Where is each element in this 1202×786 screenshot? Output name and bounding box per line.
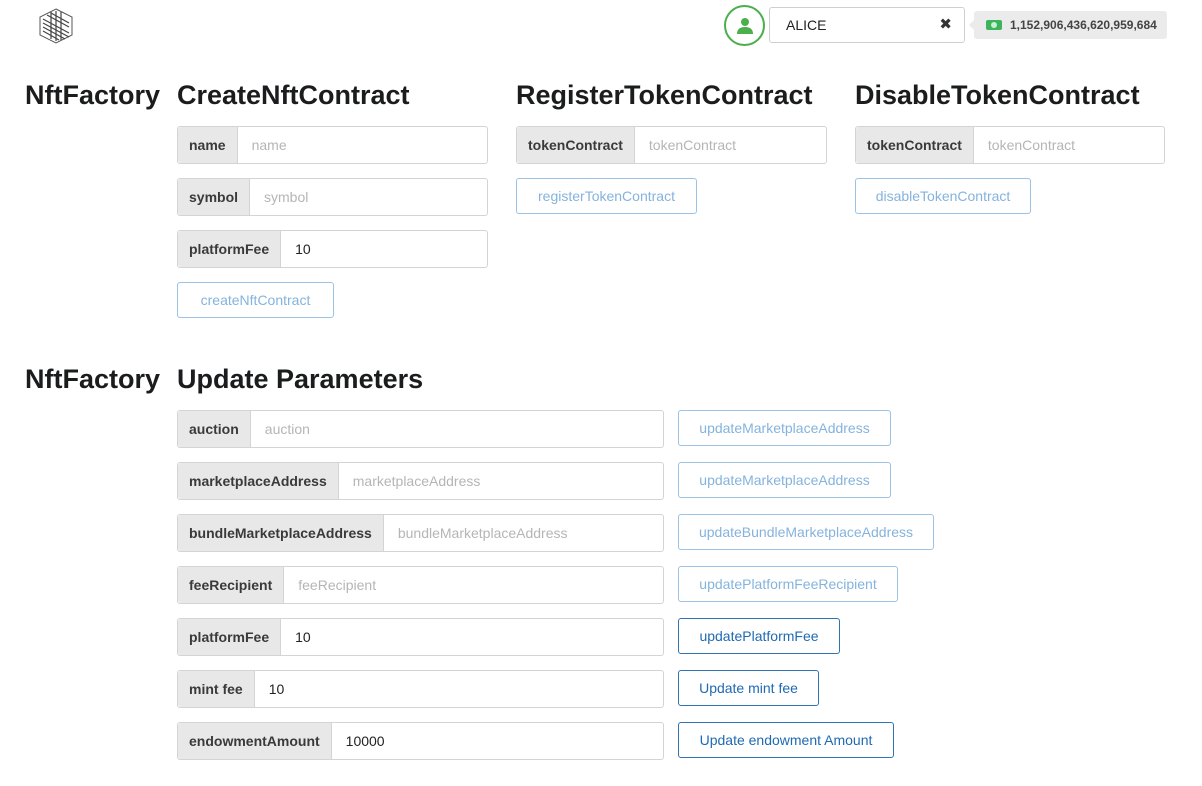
bundle-marketplace-address-field: bundleMarketplaceAddress [177,514,664,552]
name-label: name [178,127,238,163]
disable-token-contract-button[interactable]: disableTokenContract [855,178,1031,214]
platform-fee-field: platformFee [177,230,488,268]
user-avatar-icon[interactable] [724,5,765,46]
name-field: name [177,126,488,164]
bundle-marketplace-address-label: bundleMarketplaceAddress [178,515,384,551]
bundle-marketplace-address-input[interactable] [383,515,663,551]
update-endowment-amount-button[interactable]: Update endowment Amount [678,722,894,758]
fee-recipient-label: feeRecipient [178,567,285,603]
disable-token-contract-field: tokenContract [855,126,1165,164]
balance-badge: 1,152,906,436,620,959,684 [969,11,1167,39]
marketplace-address-field: marketplaceAddress [177,462,664,500]
module-title-2: NftFactory [25,364,161,394]
disable-token-contract-input[interactable] [973,127,1164,163]
name-input[interactable] [237,127,487,163]
update-platform-fee-input[interactable] [281,619,663,655]
endowment-amount-input[interactable] [331,723,663,759]
auction-label: auction [178,411,251,447]
update-bundle-marketplace-address-button[interactable]: updateBundleMarketplaceAddress [678,514,934,550]
disable-token-contract-label: tokenContract [856,127,974,163]
update-mint-fee-button[interactable]: Update mint fee [678,670,819,706]
symbol-field: symbol [177,178,488,216]
register-token-contract-title: RegisterTokenContract [516,80,813,110]
platform-fee-label: platformFee [178,231,282,267]
register-token-contract-button[interactable]: registerTokenContract [516,178,697,214]
fee-recipient-input[interactable] [284,567,663,603]
auction-input[interactable] [250,411,663,447]
platform-fee-input[interactable] [281,231,487,267]
clear-icon[interactable]: ✖ [939,16,952,34]
balance-value: 1,152,906,436,620,959,684 [1010,18,1157,32]
update-platform-fee-button[interactable]: updatePlatformFee [678,618,840,654]
update-platform-fee-field: platformFee [177,618,664,656]
update-platform-fee-recipient-button[interactable]: updatePlatformFeeRecipient [678,566,898,602]
endowment-amount-label: endowmentAmount [178,723,332,759]
mint-fee-label: mint fee [178,671,255,707]
update-auction-button[interactable]: updateMarketplaceAddress [678,410,891,446]
marketplace-address-input[interactable] [338,463,663,499]
update-marketplace-address-button[interactable]: updateMarketplaceAddress [678,462,891,498]
mint-fee-field: mint fee [177,670,664,708]
app-logo [37,7,75,45]
marketplace-address-label: marketplaceAddress [178,463,339,499]
symbol-input[interactable] [250,179,487,215]
mint-fee-input[interactable] [254,671,663,707]
create-nft-contract-title: CreateNftContract [177,80,410,110]
auction-field: auction [177,410,664,448]
register-token-contract-field: tokenContract [516,126,827,164]
update-platform-fee-label: platformFee [178,619,282,655]
money-icon [986,20,1002,30]
symbol-label: symbol [178,179,251,215]
register-token-contract-label: tokenContract [517,127,635,163]
fee-recipient-field: feeRecipient [177,566,664,604]
module-title: NftFactory [25,80,161,110]
register-token-contract-input[interactable] [634,127,826,163]
create-nft-contract-button[interactable]: createNftContract [177,282,334,318]
update-parameters-title: Update Parameters [177,364,424,394]
user-select-value: ALICE [786,17,827,33]
disable-token-contract-title: DisableTokenContract [855,80,1140,110]
user-select[interactable]: ALICE ✖ [769,7,965,43]
endowment-amount-field: endowmentAmount [177,722,664,760]
